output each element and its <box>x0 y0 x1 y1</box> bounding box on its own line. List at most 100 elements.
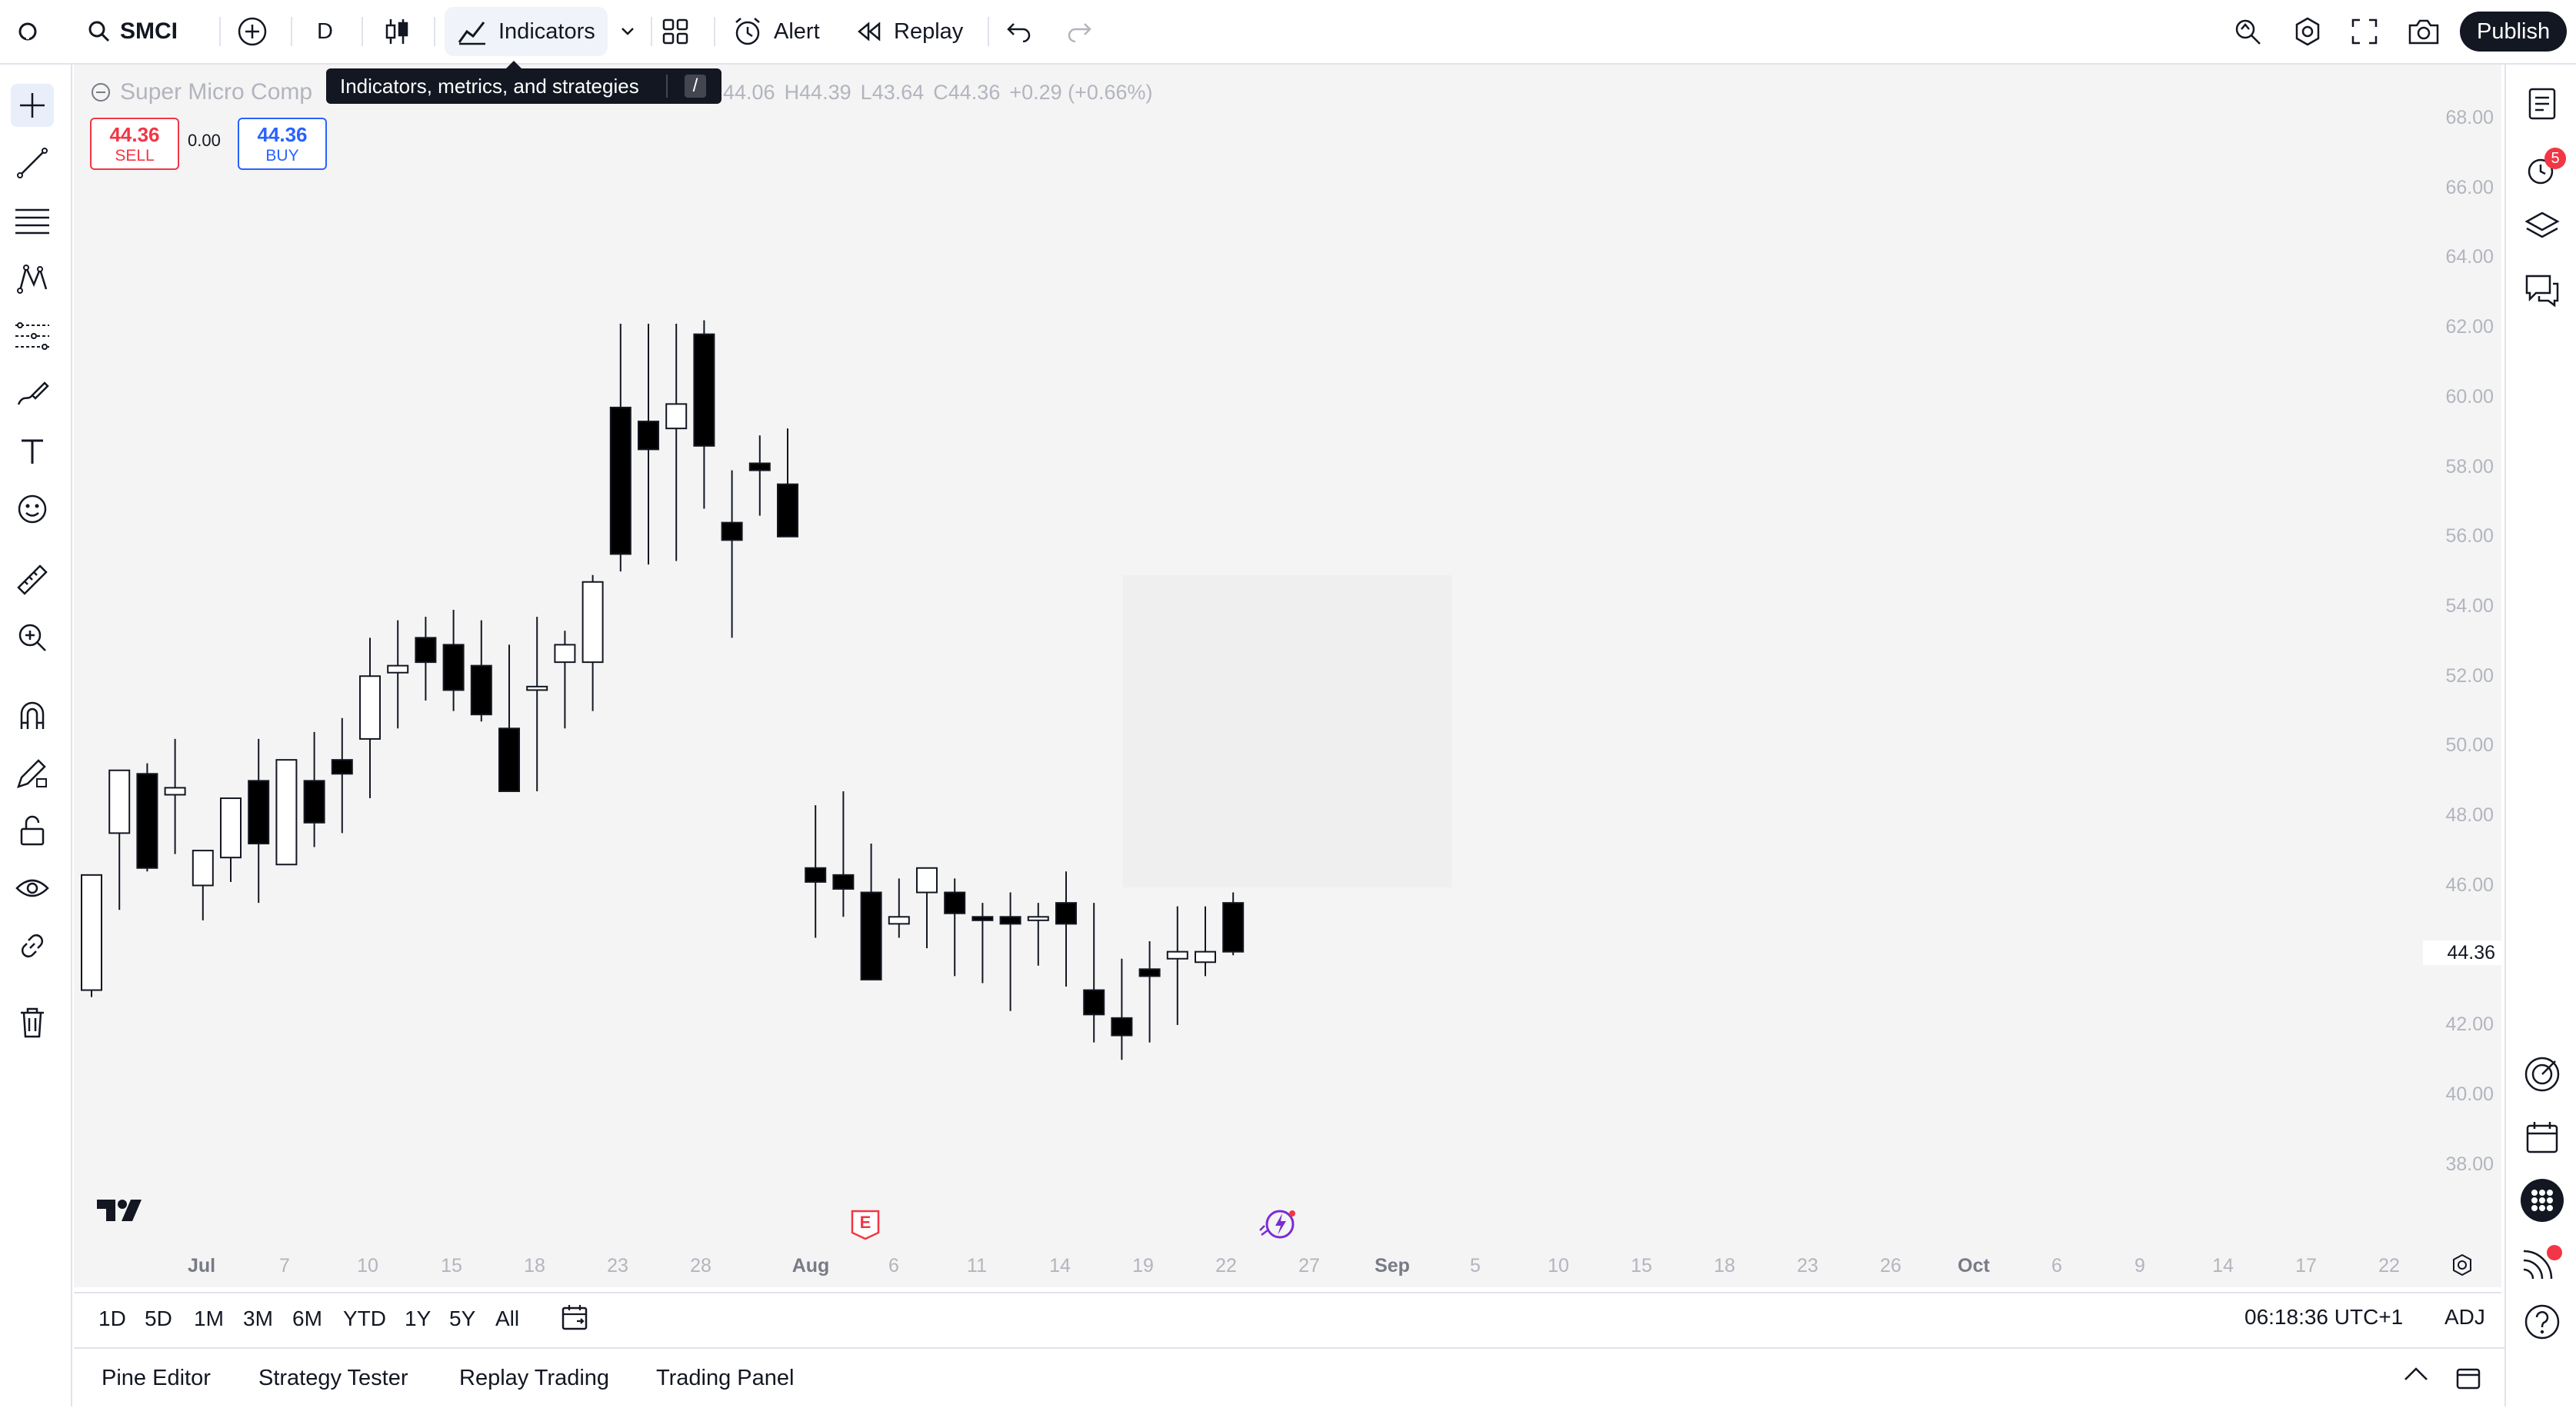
candle-body <box>1195 950 1216 964</box>
candle <box>1195 906 1216 977</box>
range-button-3m[interactable]: 3M <box>243 1293 273 1344</box>
price-tick-label: 52.00 <box>2445 664 2494 687</box>
candle-body <box>777 483 798 538</box>
buy-button[interactable]: 44.36 BUY <box>238 118 327 170</box>
candle <box>638 324 659 565</box>
range-button-ytd[interactable]: YTD <box>343 1293 386 1344</box>
low-prefix: L <box>860 80 872 104</box>
time-axis-settings-button[interactable] <box>2451 1253 2474 1277</box>
high-value: 44.39 <box>799 80 851 104</box>
range-button-5d[interactable]: 5D <box>145 1293 172 1344</box>
earnings-marker[interactable]: E <box>851 1210 880 1240</box>
clock[interactable]: 06:18:36 UTC+1 <box>2244 1292 2403 1343</box>
chat-icon <box>2525 275 2559 307</box>
price-tick-label: 46.00 <box>2445 874 2494 896</box>
screener-button[interactable] <box>2520 1052 2564 1097</box>
candlestick-series <box>81 320 1245 1060</box>
chats-button[interactable] <box>2520 268 2564 312</box>
candle-body <box>638 421 659 451</box>
candle-body <box>81 874 102 991</box>
candle-body <box>192 850 214 887</box>
candle <box>1111 958 1133 1060</box>
help-icon <box>2524 1304 2560 1340</box>
price-tick-label: 48.00 <box>2445 804 2494 826</box>
price-tick-label: 58.00 <box>2445 455 2494 478</box>
range-button-all[interactable]: All <box>495 1293 519 1344</box>
tradingview-watermark-icon <box>95 1197 143 1223</box>
candle <box>248 738 270 904</box>
range-button-5y[interactable]: 5Y <box>449 1293 475 1344</box>
candle <box>415 617 437 701</box>
open-value: 44.06 <box>723 80 775 104</box>
candle <box>554 631 576 729</box>
candle-body <box>164 787 186 796</box>
news-event-marker[interactable] <box>1257 1207 1300 1243</box>
help-button[interactable] <box>2520 1300 2564 1344</box>
panel-tab-trading-panel[interactable]: Trading Panel <box>656 1349 794 1408</box>
expand-panel-button[interactable] <box>2403 1366 2429 1383</box>
alerts-button[interactable]: 5 <box>2520 148 2566 192</box>
candle-body <box>108 769 131 834</box>
candle <box>888 878 910 938</box>
tooltip-shortcut: / <box>685 75 706 98</box>
apps-grid-icon <box>2521 1179 2564 1222</box>
maximize-panel-button[interactable] <box>2455 1366 2481 1392</box>
adj-toggle[interactable]: ADJ <box>2444 1292 2485 1343</box>
candle <box>748 435 771 516</box>
candle-body <box>582 581 604 664</box>
candle-body <box>248 780 270 845</box>
range-button-1d[interactable]: 1D <box>98 1293 126 1344</box>
candle <box>1055 871 1077 987</box>
price-scale[interactable]: 68.00 66.00 64.00 62.00 60.00 58.00 56.00 54.00… <box>2423 65 2501 1287</box>
candle <box>81 874 102 997</box>
candle-body <box>693 333 715 447</box>
panel-tab-strategy-tester[interactable]: Strategy Tester <box>258 1349 408 1408</box>
candle-body <box>415 637 437 664</box>
products-button[interactable] <box>2520 1178 2564 1223</box>
candle-body <box>1111 1017 1133 1037</box>
range-button-1m[interactable]: 1M <box>194 1293 224 1344</box>
candle-body <box>860 891 882 980</box>
stream-button[interactable] <box>2520 1241 2564 1286</box>
candle-body <box>526 685 548 691</box>
candle-body <box>1027 916 1049 921</box>
right-sidebar: 5 <box>2504 65 2576 1406</box>
sell-label: SELL <box>115 146 155 165</box>
candle <box>777 428 798 538</box>
price-tick-label: 62.00 <box>2445 316 2494 338</box>
price-tick-label: 60.00 <box>2445 385 2494 408</box>
candle <box>916 867 938 949</box>
candle <box>665 324 688 561</box>
range-button-1y[interactable]: 1Y <box>405 1293 431 1344</box>
candle <box>999 892 1021 1011</box>
candle <box>1138 941 1161 1043</box>
price-tick-label: 68.00 <box>2445 107 2494 128</box>
sell-button[interactable]: 44.36 SELL <box>90 118 179 170</box>
high-prefix: H <box>784 80 800 104</box>
candle <box>860 844 882 980</box>
panel-tab-replay-trading[interactable]: Replay Trading <box>459 1349 609 1408</box>
candle <box>275 759 298 866</box>
candle <box>470 620 492 722</box>
price-tick-label: 50.00 <box>2445 734 2494 757</box>
lightning-icon <box>1259 1210 1295 1239</box>
candle <box>832 791 855 917</box>
price-tick-label: 56.00 <box>2445 525 2494 548</box>
range-button-6m[interactable]: 6M <box>292 1293 322 1344</box>
goto-date-button[interactable] <box>560 1303 589 1332</box>
candle <box>526 617 548 791</box>
calendar-button[interactable] <box>2520 1115 2564 1160</box>
candle <box>1166 906 1188 1025</box>
target-icon <box>2524 1057 2560 1092</box>
candle-body <box>944 891 966 914</box>
price-tick-label: 64.00 <box>2445 246 2494 268</box>
price-tick-label: 54.00 <box>2445 594 2494 617</box>
broadcast-icon <box>2523 1245 2562 1280</box>
panel-tab-pine-editor[interactable]: Pine Editor <box>102 1349 211 1408</box>
price-tick-label: 66.00 <box>2445 176 2494 198</box>
candle-body <box>805 867 827 883</box>
object-tree-button[interactable] <box>2520 205 2564 249</box>
candle <box>220 797 242 882</box>
calendar-icon <box>562 1305 588 1330</box>
watchlist-button[interactable] <box>2520 82 2564 126</box>
